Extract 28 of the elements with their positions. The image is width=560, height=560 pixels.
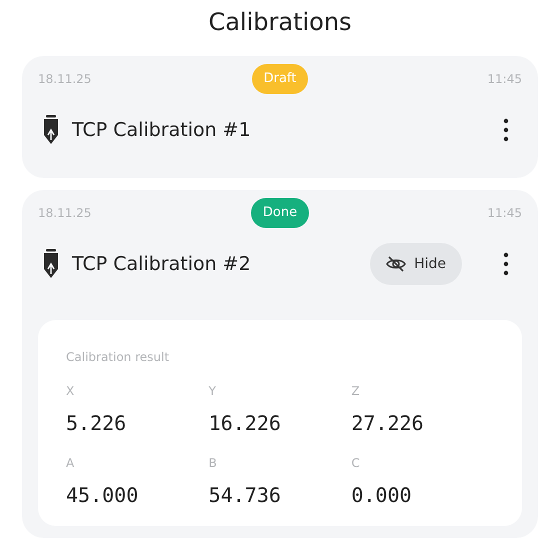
calibration-name: TCP Calibration #2 [72, 252, 252, 277]
axis-value: 0.000 [351, 482, 413, 509]
status-badge: Done [250, 198, 310, 228]
axis-label: B [208, 455, 218, 472]
date-text: 18.11.25 [38, 71, 92, 88]
time-text: 11:45 [486, 205, 522, 222]
pen-nib-icon [42, 115, 60, 145]
eye-off-icon [386, 256, 406, 272]
hide-button[interactable]: Hide [370, 243, 462, 285]
axis-label: Y [208, 383, 217, 400]
more-icon [503, 118, 509, 142]
axis-value: 16.226 [208, 410, 282, 437]
pen-nib-icon [42, 249, 60, 279]
axis-value: 54.736 [208, 482, 282, 509]
axis-label: X [66, 383, 76, 400]
time-text: 11:45 [486, 71, 522, 88]
axis-label: C [351, 455, 361, 472]
more-icon [503, 252, 509, 276]
page-title: Calibrations [207, 7, 353, 38]
status-badge: Draft [252, 64, 308, 94]
axis-value: 5.226 [66, 410, 128, 437]
date-text: 18.11.25 [38, 205, 92, 222]
axis-label: A [66, 455, 76, 472]
result-heading: Calibration result [66, 349, 170, 366]
axis-value: 27.226 [351, 410, 425, 437]
calibration-name: TCP Calibration #1 [72, 118, 252, 143]
axis-label: Z [351, 383, 361, 400]
axis-value: 45.000 [66, 482, 140, 509]
